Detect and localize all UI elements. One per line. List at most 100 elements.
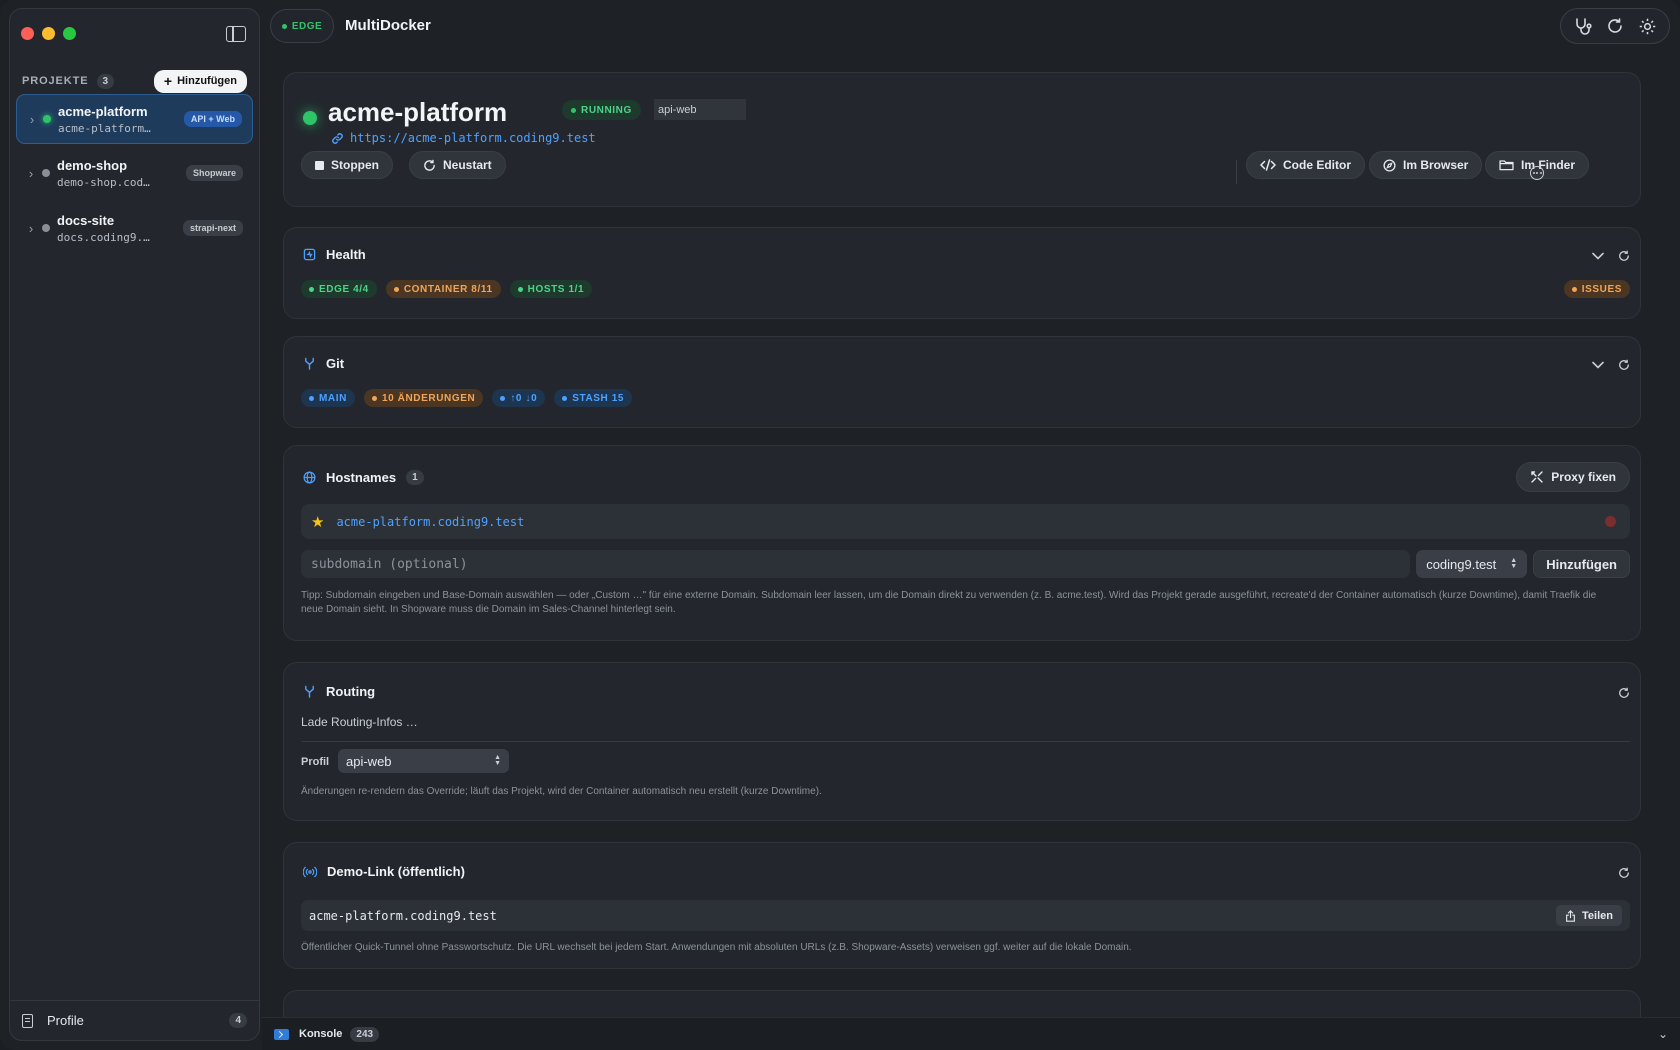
routing-hint: Änderungen re-rendern das Override; läuf… [301,786,822,797]
health-actions [1592,250,1630,262]
app-title: MultiDocker [345,17,431,34]
routing-divider [301,741,1630,742]
project-url-link[interactable]: https://acme-platform.coding9.test [331,131,596,145]
hostnames-count-badge: 1 [406,470,424,485]
share-button[interactable]: Teilen [1556,905,1622,926]
plus-icon: + [163,73,173,89]
git-branch-icon [305,357,314,370]
git-card: Git MAIN 10 ÄNDERUNGEN ↑0 ↓0 STASH 15 [283,336,1641,428]
git-header[interactable]: Git [303,356,344,371]
project-title: acme-platform [328,97,508,127]
projects-count-badge: 3 [96,73,115,89]
edge-status-pill[interactable]: EDGE [270,9,334,43]
globe-icon [303,471,316,484]
refresh-icon[interactable] [1618,359,1630,371]
base-domain-select[interactable]: coding9.test ▲ ▼ [1416,550,1528,578]
document-icon [22,1013,33,1028]
health-header[interactable]: Health [303,247,366,262]
share-icon [1566,909,1575,922]
chevron-updown-icon: ▲ ▼ [1510,557,1518,570]
routing-title: Routing [326,684,376,699]
window-controls [21,27,76,40]
open-browser-button[interactable]: Im Browser [1369,151,1483,179]
refresh-icon[interactable] [1618,250,1630,262]
project-name: docs-site [57,212,115,228]
toolbar-divider [1236,160,1237,184]
routing-status-text: Lade Routing-Infos … [301,715,418,729]
link-icon [332,132,343,144]
chip-label: EDGE 4/4 [319,283,369,295]
stop-label: Stoppen [331,158,379,172]
console-count-badge: 243 [350,1026,380,1042]
projects-title: PROJEKTE [22,75,89,87]
branch-chip: MAIN [301,389,355,407]
code-editor-button[interactable]: Code Editor [1246,151,1365,179]
profile-select[interactable]: api-web ▲ ▼ [338,749,509,773]
chevron-right-icon[interactable]: › [21,112,43,127]
terminal-icon [274,1028,289,1040]
chevron-down-icon[interactable]: ⌄ [1658,1027,1668,1041]
refresh-icon[interactable] [1618,867,1630,879]
console-bar[interactable]: Konsole 243 ⌄ [262,1017,1680,1050]
issues-badge[interactable]: ISSUES [1563,280,1630,298]
project-overview-card: acme-platform RUNNING api-web https://ac… [283,72,1641,207]
status-dot [42,224,50,232]
project-tag: strapi-next [182,220,243,236]
stethoscope-icon[interactable] [1572,15,1594,37]
chevron-down-icon[interactable] [1592,252,1604,260]
project-item-demo-shop[interactable]: › demo-shop demo-shop.coding9.test Shopw… [16,148,253,198]
remove-hostname-button[interactable] [1605,516,1616,527]
minimize-window-button[interactable] [42,27,55,40]
sidebar-toggle-icon[interactable] [226,26,246,42]
profiles-nav-item[interactable]: Profile 4 [10,1000,259,1040]
demo-url-row: acme-platform.coding9.test Teilen [301,900,1630,931]
restart-button[interactable]: Neustart [409,151,506,179]
close-window-button[interactable] [21,27,34,40]
chevron-right-icon[interactable]: › [20,221,42,236]
git-title: Git [326,356,345,371]
routing-header: Routing [303,684,375,699]
sidebar: PROJEKTE 3 + Hinzufügen › acme-platform … [9,8,260,1041]
zoom-window-button[interactable] [63,27,76,40]
edge-health-chip: EDGE 4/4 [301,280,377,298]
refresh-icon[interactable] [1604,15,1626,37]
gear-icon[interactable] [1636,15,1658,37]
add-project-button[interactable]: + Hinzufügen [153,69,247,93]
chip-label: STASH 15 [572,392,625,404]
git-chips: MAIN 10 ÄNDERUNGEN ↑0 ↓0 STASH 15 [301,389,633,407]
profiles-count-badge: 4 [229,1013,247,1028]
project-item-acme-platform[interactable]: › acme-platform acme-platform.coding9.te… [16,94,253,144]
hostname-link[interactable]: acme-platform.coding9.test [336,515,524,529]
stop-button[interactable]: Stoppen [301,151,393,179]
chip-label: ↑0 ↓0 [510,392,538,404]
project-url-text: https://acme-platform.coding9.test [350,131,596,145]
code-editor-label: Code Editor [1283,158,1351,172]
health-chips: EDGE 4/4 CONTAINER 8/11 HOSTS 1/1 [301,280,593,298]
subdomain-input[interactable] [301,550,1411,578]
demo-link-actions [1618,867,1630,879]
share-label: Teilen [1582,909,1613,922]
project-item-docs-site[interactable]: › docs-site docs.coding9.test strapi-nex… [16,203,253,253]
add-project-label: Hinzufügen [177,75,237,87]
profile-select-label: Profil [301,756,330,768]
chevron-right-icon[interactable]: › [20,166,42,181]
project-name: acme-platform [58,103,148,119]
proxy-fix-button[interactable]: Proxy fixen [1516,462,1630,492]
star-icon[interactable]: ★ [311,513,324,531]
refresh-icon[interactable] [1618,687,1630,699]
demo-link-header: Demo-Link (öffentlich) [303,864,465,879]
more-options-icon[interactable] [1530,166,1544,180]
chevron-down-icon[interactable] [1592,361,1604,369]
git-actions [1592,359,1630,371]
projects-header: PROJEKTE 3 + Hinzufügen [22,66,247,96]
chip-label: MAIN [319,392,347,404]
chip-label: 10 ÄNDERUNGEN [381,392,476,404]
active-profile-tag: api-web [654,99,746,120]
profile-select-value: api-web [346,753,392,769]
container-health-chip: CONTAINER 8/11 [385,280,501,298]
health-icon [303,248,316,261]
demo-url-text[interactable]: acme-platform.coding9.test [309,909,497,923]
add-hostname-button[interactable]: Hinzufügen [1533,550,1630,578]
restart-icon [424,159,435,171]
status-dot [281,23,287,29]
